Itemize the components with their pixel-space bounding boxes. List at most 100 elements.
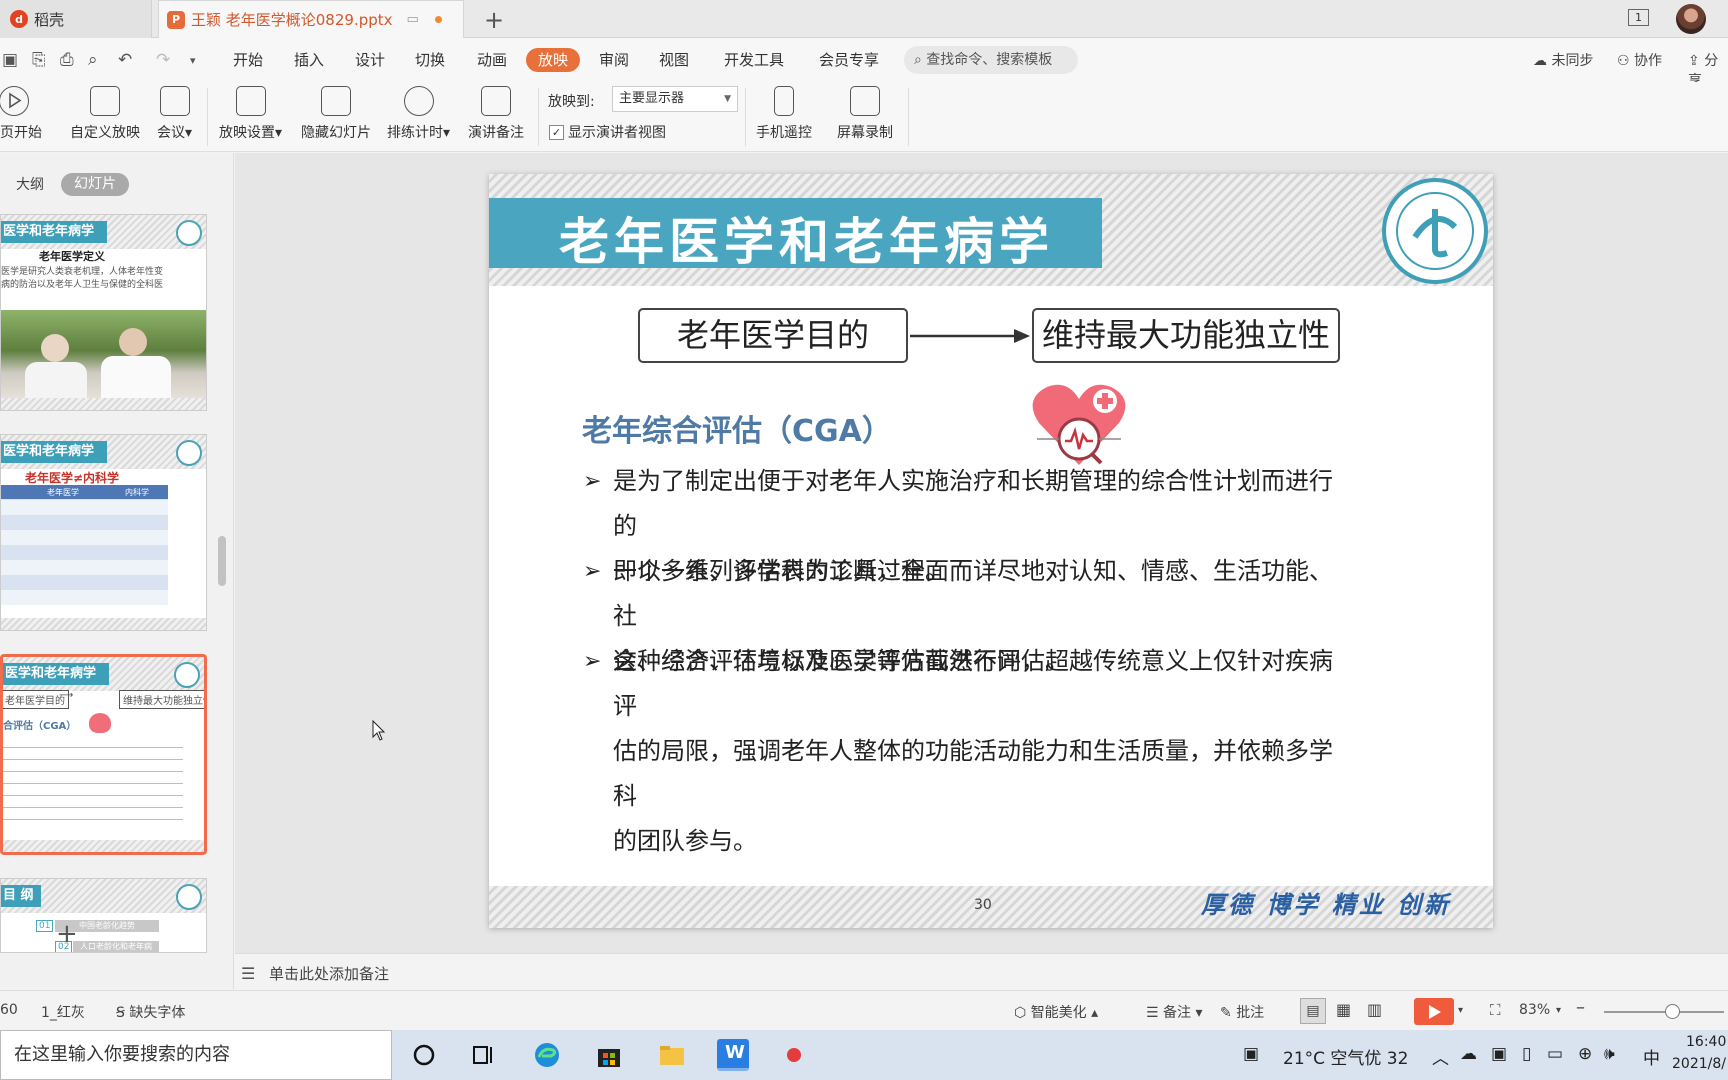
menu-member[interactable]: 会员专享 — [819, 48, 879, 72]
tab-daoke-home[interactable]: d 稻壳 — [0, 0, 152, 38]
share-icon: ⇪ — [1688, 53, 1700, 69]
play-to-select[interactable]: 主要显示器 ▼ — [612, 86, 738, 112]
globe-icon[interactable]: ⊕ — [1578, 1044, 1592, 1064]
command-search-input[interactable]: ⌕ 查找命令、搜索模板 — [904, 46, 1078, 74]
tray-app-icon[interactable]: ▣ — [1491, 1044, 1507, 1064]
store-icon[interactable] — [595, 1041, 623, 1069]
phone-remote-button[interactable]: 手机遥控 — [756, 86, 812, 142]
presenter-view-checkbox[interactable]: ✓ 显示演讲者视图 — [549, 122, 666, 142]
print-icon[interactable]: ⎙ — [60, 50, 74, 70]
hide-slide-icon — [321, 86, 351, 116]
file-explorer-icon[interactable] — [658, 1041, 686, 1069]
clock-time[interactable]: 16:40 — [1686, 1034, 1726, 1050]
menu-design[interactable]: 设计 — [355, 48, 385, 72]
reading-view-icon[interactable]: ▥ — [1367, 1000, 1382, 1019]
slideshow-ribbon: 当页开始 自定义放映 会议▾ 放映设置▾ 隐藏幻灯片 排练计时▾ 演讲备注 放映… — [0, 82, 1728, 152]
custom-show-button[interactable]: 自定义放映 — [70, 86, 140, 142]
current-slide[interactable]: 老年医学和老年病学 老年医学目的 维持最大功能独立性 老年综合评估（CGA） ➢… — [489, 174, 1493, 928]
meeting-button[interactable]: 会议▾ — [157, 86, 192, 142]
menu-developer[interactable]: 开发工具 — [724, 48, 784, 72]
undo-icon[interactable]: ↶ — [118, 50, 132, 70]
comments-button[interactable]: ✎ 批注 — [1220, 1002, 1264, 1022]
slide-thumbnail-30-selected[interactable]: 医学和老年病学 老年医学目的 ⟶ 维持最大功能独立性 合评估（CGA） — [0, 654, 207, 855]
menu-transition[interactable]: 切换 — [415, 48, 445, 72]
notes-bar[interactable]: ☰ 单击此处添加备注 — [235, 953, 1728, 989]
ime-indicator[interactable]: 中 — [1643, 1044, 1660, 1069]
thumb-text-line: 医学是研究人类衰老机理，人体老年性变 — [1, 267, 164, 277]
zoom-out-icon[interactable]: – — [1576, 997, 1585, 1018]
smart-beautify-button[interactable]: ⬡ 智能美化 ▴ — [1014, 1002, 1098, 1022]
task-view-icon[interactable] — [470, 1041, 498, 1069]
edge-browser-icon[interactable] — [533, 1041, 561, 1069]
menu-insert[interactable]: 插入 — [294, 48, 324, 72]
speaker-notes-button[interactable]: 演讲备注 — [468, 86, 524, 142]
onedrive-cloud-icon[interactable]: ☁ — [1460, 1044, 1477, 1064]
taskbar-search-input[interactable]: 在这里输入你要搜索的内容 — [0, 1030, 392, 1080]
screen-record-button[interactable]: 屏幕录制 — [837, 86, 893, 142]
menu-start[interactable]: 开始 — [233, 48, 263, 72]
wps-office-icon[interactable]: W — [717, 1039, 749, 1071]
export-icon[interactable]: ⎘ — [32, 50, 46, 70]
collaborate-button[interactable]: ⚇ 协作 — [1617, 50, 1662, 70]
rehearse-button[interactable]: 排练计时▾ — [387, 86, 450, 142]
battery-icon[interactable]: ▯ — [1522, 1044, 1531, 1064]
show-settings-button[interactable]: 放映设置▾ — [219, 86, 282, 142]
cortana-circle-icon[interactable] — [410, 1041, 438, 1069]
news-widget-icon[interactable]: ▣ — [1243, 1044, 1259, 1064]
thumb-text-line: 病的防治以及老年人卫生与保健的全科医 — [1, 280, 164, 290]
zoom-slider-track[interactable] — [1604, 1011, 1724, 1013]
slide-thumbnail-pane: 大纲 幻灯片 医学和老年病学 老年医学定义 医学是研究人类衰老机理，人体老年性变… — [0, 153, 234, 989]
screen-recorder-icon[interactable] — [780, 1041, 808, 1069]
hide-slide-button[interactable]: 隐藏幻灯片 — [301, 86, 371, 142]
window-count-badge[interactable]: 1 — [1628, 9, 1649, 26]
ribbon-divider — [908, 88, 909, 146]
zoom-level[interactable]: 83% — [1519, 1002, 1550, 1018]
ribbon-divider — [207, 88, 208, 146]
chevron-down-icon: ▼ — [724, 94, 731, 104]
menu-view[interactable]: 视图 — [659, 48, 689, 72]
volume-icon[interactable]: 🕪 — [1604, 1044, 1615, 1064]
speaker-notes-icon — [481, 86, 511, 116]
monitor-icon[interactable]: ▭ — [407, 12, 419, 27]
cloud-sync-button[interactable]: ☁ 未同步 — [1533, 50, 1593, 70]
new-tab-plus-icon[interactable]: + — [484, 6, 504, 34]
tray-expand-icon[interactable]: ︿ — [1432, 1044, 1449, 1069]
user-avatar[interactable] — [1676, 4, 1706, 34]
play-options-chevron-icon[interactable]: ▾ — [1458, 1005, 1463, 1016]
more-chevron-icon[interactable]: ▾ — [190, 54, 196, 67]
print-preview-icon[interactable]: ⌕ — [88, 50, 98, 70]
weather-text[interactable]: 21°C 空气优 32 — [1283, 1044, 1408, 1069]
add-slide-plus-icon[interactable]: + — [56, 919, 78, 949]
save-icon[interactable]: ▣ — [2, 50, 18, 70]
menu-slideshow[interactable]: 放映 — [526, 48, 581, 72]
slide-sorter-icon[interactable]: ▦ — [1336, 1000, 1351, 1019]
slides-view-tab[interactable]: 幻灯片 — [61, 173, 129, 196]
slide-thumbnail-29[interactable]: 医学和老年病学 老年医学≠内科学 老年医学 内科学 — [0, 434, 207, 631]
from-current-button[interactable]: 当页开始 — [0, 86, 42, 142]
menu-review[interactable]: 审阅 — [599, 48, 629, 72]
missing-font-button[interactable]: Ꞩ 缺失字体 — [116, 1002, 185, 1022]
thumb-header: 医学和老年病学 — [1, 221, 107, 243]
fit-window-icon[interactable]: ⛶ — [1490, 1001, 1501, 1019]
zoom-slider-knob[interactable] — [1665, 1004, 1680, 1019]
thumb-toc-number: 01 — [36, 920, 54, 932]
notes-toggle-button[interactable]: ☰ 备注 ▾ — [1146, 1002, 1203, 1022]
show-settings-icon — [235, 86, 266, 116]
theme-name[interactable]: 1_红灰 — [41, 1002, 85, 1022]
seal-icon — [176, 884, 202, 910]
play-slideshow-button[interactable] — [1414, 998, 1454, 1025]
normal-view-icon[interactable]: ▤ — [1300, 998, 1326, 1024]
outline-view-tab[interactable]: 大纲 — [16, 174, 44, 194]
thumbnail-scrollbar[interactable] — [218, 536, 226, 586]
speaker-notes-label: 演讲备注 — [468, 125, 524, 141]
tab-document[interactable]: P 王颖 老年医学概论0829.pptx ▭ — [158, 0, 464, 38]
windows-taskbar: 在这里输入你要搜索的内容 W ▣ 21°C 空气优 32 ︿ ☁ ▣ ▯ ▭ ⊕… — [0, 1030, 1728, 1080]
slide-thumbnail-31[interactable]: 目 纲 01 中国老龄化趋势 02 人口老龄化和老年病 — [0, 878, 207, 953]
bullet-line: 的团队参与。 — [613, 827, 757, 855]
network-icon[interactable]: ▭ — [1547, 1044, 1563, 1064]
menu-animation[interactable]: 动画 — [477, 48, 507, 72]
slide-thumbnail-28[interactable]: 医学和老年病学 老年医学定义 医学是研究人类衰老机理，人体老年性变 病的防治以及… — [0, 214, 207, 411]
zoom-chevron-icon[interactable]: ▾ — [1556, 1005, 1561, 1016]
clock-date[interactable]: 2021/8/ — [1672, 1056, 1726, 1072]
redo-icon[interactable]: ↷ — [156, 50, 170, 70]
